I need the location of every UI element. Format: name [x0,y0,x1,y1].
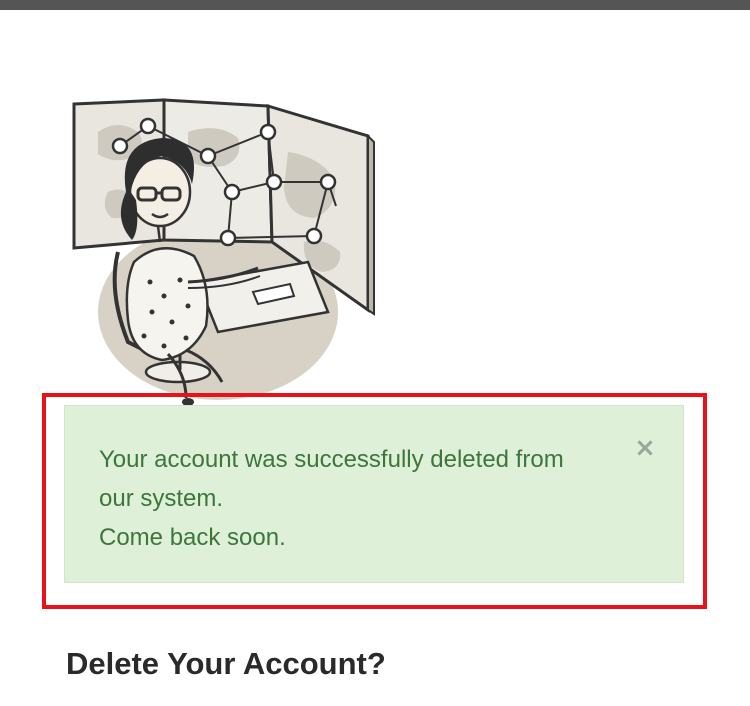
close-icon[interactable]: × [633,435,657,461]
alert-message: Your account was successfully deleted fr… [99,446,564,551]
top-header-bar [0,0,750,10]
page-title: Delete Your Account? [66,646,386,681]
success-alert: Your account was successfully deleted fr… [64,405,684,583]
woman-world-map-illustration [72,98,375,406]
